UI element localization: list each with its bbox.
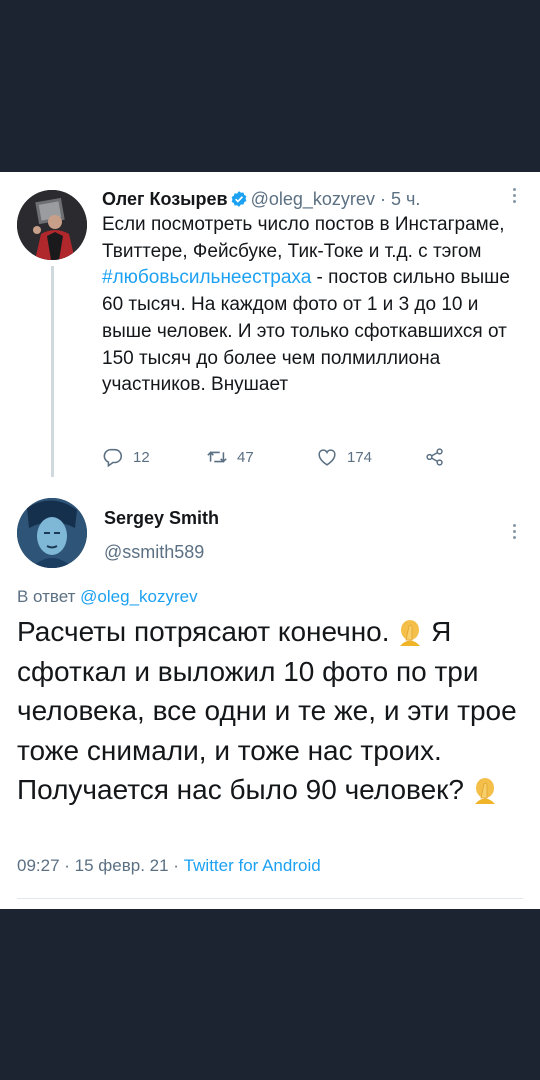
reply-count: 12 (133, 448, 150, 466)
share-button[interactable] (424, 446, 446, 468)
like-icon (318, 449, 336, 466)
reply-icon (103, 448, 123, 468)
hashtag-link[interactable]: #любовьсильнеестраха (102, 267, 311, 288)
thread-line (51, 266, 54, 477)
tweet-time[interactable]: 5 ч. (391, 189, 420, 209)
author-handle[interactable]: @oleg_kozyrev (251, 189, 375, 209)
text-part: Если посмотреть число постов в Инстаграм… (102, 214, 505, 262)
dot-separator: · (374, 189, 391, 209)
retweet-icon (207, 451, 227, 463)
text-part: Расчеты потрясают конечно. (17, 616, 398, 647)
tweet-actions: 12 47 174 (102, 446, 462, 472)
tweet-meta: 09:27 · 15 февр. 21 · Twitter for Androi… (17, 856, 321, 876)
facepalm-emoji (400, 620, 421, 646)
reply-to-link[interactable]: @oleg_kozyrev (80, 587, 197, 606)
facepalm-emoji (474, 778, 495, 804)
retweet-count: 47 (237, 448, 254, 466)
author-name[interactable]: Олег Козырев (102, 189, 228, 209)
avatar-oleg[interactable] (17, 190, 87, 260)
reply-tweet-text: Расчеты потрясают конечно. Я сфоткал и в… (17, 612, 525, 810)
more-icon[interactable] (512, 188, 518, 208)
avatar-sergey[interactable] (17, 498, 87, 568)
reply-button[interactable]: 12 (102, 446, 150, 468)
parent-tweet-text: Если посмотреть число постов в Инстаграм… (102, 212, 527, 399)
reply-to-line: В ответ @oleg_kozyrev (17, 587, 198, 607)
retweet-button[interactable]: 47 (206, 446, 254, 468)
like-button[interactable]: 174 (316, 446, 372, 468)
verified-icon (231, 191, 246, 207)
reply-prefix: В ответ (17, 587, 81, 606)
reply-time: 09:27 (17, 856, 60, 875)
source-link[interactable]: Twitter for Android (184, 856, 321, 875)
parent-header: Олег Козырев @oleg_kozyrev · 5 ч. (102, 186, 520, 212)
share-icon (426, 448, 443, 466)
reply-author-handle[interactable]: @ssmith589 (104, 542, 204, 563)
dot-separator: · (168, 856, 184, 875)
like-count: 174 (347, 448, 373, 466)
reply-date: 15 февр. 21 (74, 856, 169, 875)
divider (17, 898, 523, 899)
reply-author-name[interactable]: Sergey Smith (104, 508, 219, 529)
tweet-card: Олег Козырев @oleg_kozyrev · 5 ч. Если по… (0, 172, 540, 909)
more-icon[interactable] (512, 524, 518, 544)
dot-separator: · (59, 856, 75, 875)
